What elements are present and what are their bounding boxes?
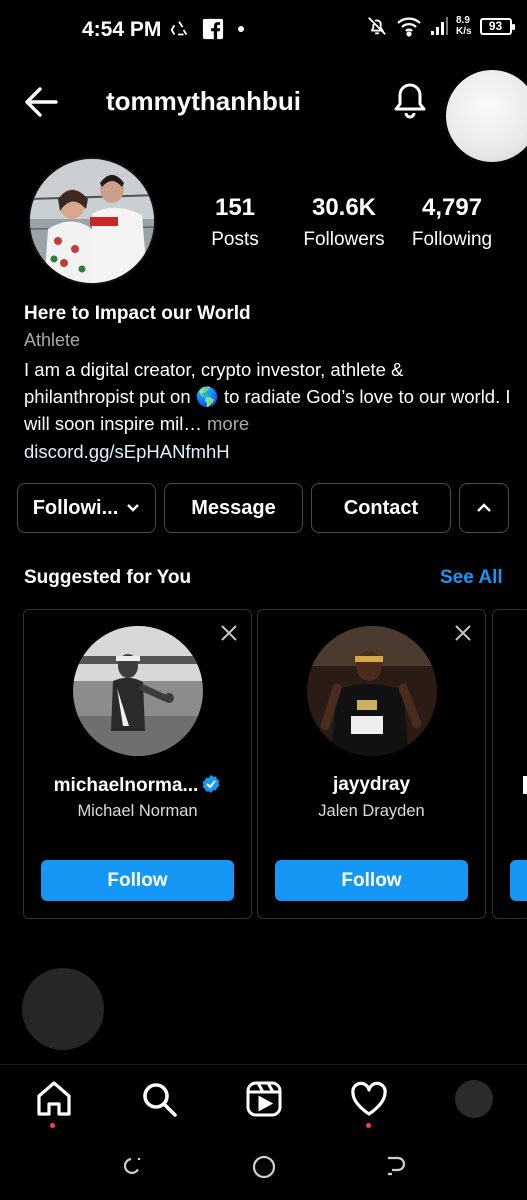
floating-action-circle[interactable] bbox=[22, 968, 104, 1050]
mute-icon bbox=[368, 17, 386, 35]
status-notification-icons bbox=[168, 18, 246, 40]
close-icon[interactable] bbox=[453, 623, 473, 643]
bio-name: Here to Impact our World bbox=[24, 303, 251, 324]
floating-chat-bubble[interactable] bbox=[446, 70, 527, 162]
recycle-icon bbox=[170, 21, 188, 36]
profile-photo bbox=[30, 159, 154, 283]
globe-emoji: 🌎 bbox=[195, 386, 219, 407]
recent-apps-icon[interactable] bbox=[120, 1154, 144, 1178]
suggestions-toggle-button[interactable] bbox=[459, 483, 509, 533]
suggestion-card[interactable]: michaelnorma... Michael Norman Follow bbox=[23, 609, 252, 919]
suggested-title: Suggested for You bbox=[24, 567, 192, 588]
suggestion-username[interactable]: michaelnorma... bbox=[24, 774, 251, 797]
facebook-icon bbox=[202, 18, 224, 40]
suggestion-avatar[interactable] bbox=[307, 626, 437, 756]
suggestion-fullname: Jalen Drayden bbox=[318, 802, 425, 820]
verified-badge-icon bbox=[202, 775, 220, 793]
bio-website-link[interactable]: discord.gg/sEpHANfmhH bbox=[24, 441, 230, 463]
status-bar: 4:54 PM 8.9 K/s 93 bbox=[0, 0, 527, 60]
avatar-photo bbox=[307, 626, 437, 756]
status-system-icons: 8.9 K/s 93 bbox=[366, 15, 515, 37]
suggestion-card-partial[interactable] bbox=[492, 609, 527, 919]
chevron-up-icon bbox=[477, 503, 491, 512]
wifi-icon bbox=[397, 17, 421, 37]
chevron-down-icon bbox=[127, 504, 140, 512]
bio-text: I am a digital creator, crypto investor,… bbox=[24, 359, 511, 434]
follow-button[interactable]: Follow bbox=[41, 860, 234, 901]
bio-more-link[interactable]: more bbox=[207, 413, 249, 434]
status-time: 4:54 PM bbox=[82, 18, 162, 41]
suggestion-avatar[interactable] bbox=[73, 626, 203, 756]
home-nav-icon[interactable] bbox=[251, 1154, 277, 1180]
dot-icon bbox=[238, 26, 244, 32]
back-arrow-icon[interactable] bbox=[22, 84, 60, 120]
heart-icon[interactable] bbox=[349, 1079, 389, 1119]
profile-username: tommythanhbui bbox=[106, 86, 301, 116]
notification-dot bbox=[50, 1123, 55, 1128]
search-icon[interactable] bbox=[139, 1079, 179, 1119]
back-nav-icon[interactable] bbox=[384, 1154, 408, 1178]
reels-icon[interactable] bbox=[244, 1079, 284, 1119]
signal-icon bbox=[431, 17, 448, 35]
avatar-photo bbox=[73, 626, 203, 756]
suggestion-username-partial bbox=[523, 776, 527, 794]
system-nav-bar bbox=[0, 1134, 527, 1200]
message-button[interactable]: Message bbox=[164, 483, 303, 533]
see-all-link[interactable]: See All bbox=[440, 567, 503, 589]
network-speed: 8.9 K/s bbox=[456, 15, 472, 37]
notification-dot bbox=[366, 1123, 371, 1128]
bio-category: Athlete bbox=[24, 330, 81, 350]
battery-indicator: 93 bbox=[479, 17, 515, 35]
contact-button[interactable]: Contact bbox=[311, 483, 451, 533]
close-icon[interactable] bbox=[219, 623, 239, 643]
profile-avatar[interactable] bbox=[28, 157, 156, 285]
bottom-tab-bar bbox=[0, 1064, 527, 1134]
suggestion-username[interactable]: jayydray bbox=[258, 774, 485, 796]
follow-button[interactable]: Follow bbox=[275, 860, 468, 901]
bell-icon[interactable] bbox=[392, 81, 428, 119]
follow-button-partial[interactable] bbox=[510, 860, 527, 901]
home-icon[interactable] bbox=[34, 1079, 74, 1119]
stat-following[interactable]: 4,797 Following bbox=[404, 194, 500, 251]
stat-followers[interactable]: 30.6K Followers bbox=[296, 194, 392, 251]
suggestion-fullname: Michael Norman bbox=[77, 802, 198, 820]
stat-posts[interactable]: 151 Posts bbox=[195, 194, 275, 251]
profile-tab-avatar[interactable] bbox=[455, 1080, 493, 1118]
following-button[interactable]: Followi... bbox=[17, 483, 156, 533]
suggestion-card[interactable]: jayydray Jalen Drayden Follow bbox=[257, 609, 486, 919]
